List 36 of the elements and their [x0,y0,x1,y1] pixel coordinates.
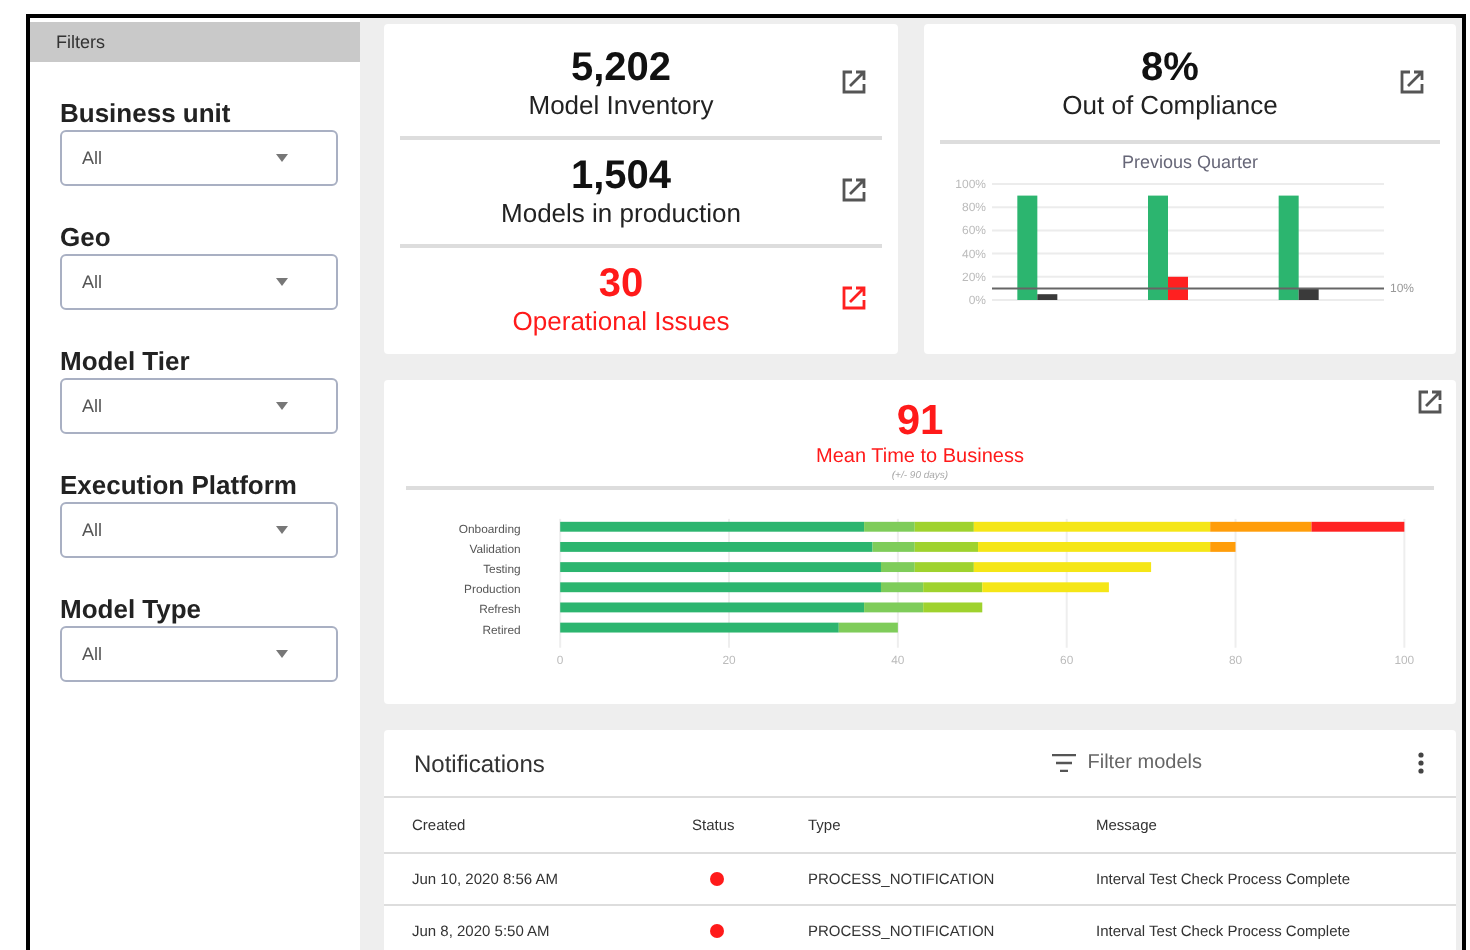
filter-label: Geo [60,224,113,252]
caret-icon [276,650,288,658]
caret-icon [276,526,288,534]
more-icon[interactable] [1418,752,1424,774]
caret-icon [276,154,288,162]
chart-title: Previous Quarter [1119,152,1261,172]
metric-value: 8% [1139,46,1201,90]
metric-value: 1,504 [568,154,674,198]
metric-value: 30 [596,262,646,306]
sidebar-header: Filters [30,22,360,62]
caret-icon [276,278,288,286]
metric-label: Mean Time to Business [814,446,1026,470]
metric-label: Model Inventory [526,90,716,122]
open-external-icon[interactable] [842,70,866,94]
select-field[interactable]: All [60,378,338,434]
filter-icon [1051,754,1076,772]
metric-label: Out of Compliance [1060,90,1280,122]
filter-label: Model Type [60,596,204,624]
select-field[interactable]: All [60,502,338,558]
select-field[interactable]: All [60,130,338,186]
select-field[interactable]: All [60,626,338,682]
metric-value: 91 [894,398,946,446]
filter-button[interactable]: Filter models [1051,752,1202,774]
open-external-icon[interactable] [1400,70,1424,94]
panel-title: Notifications [414,749,547,777]
metric-label: Models in production [499,198,743,230]
open-external-icon[interactable] [1418,390,1442,414]
open-external-icon[interactable] [842,286,866,310]
metric-label: Operational Issues [510,306,732,338]
open-external-icon[interactable] [842,178,866,202]
filter-label: Execution Platform [60,472,299,500]
metric-value: 5,202 [568,46,674,90]
caret-icon [276,402,288,410]
filter-label: Model Tier [60,348,192,376]
select-field[interactable]: All [60,254,338,310]
filter-label: Business unit [60,100,233,128]
